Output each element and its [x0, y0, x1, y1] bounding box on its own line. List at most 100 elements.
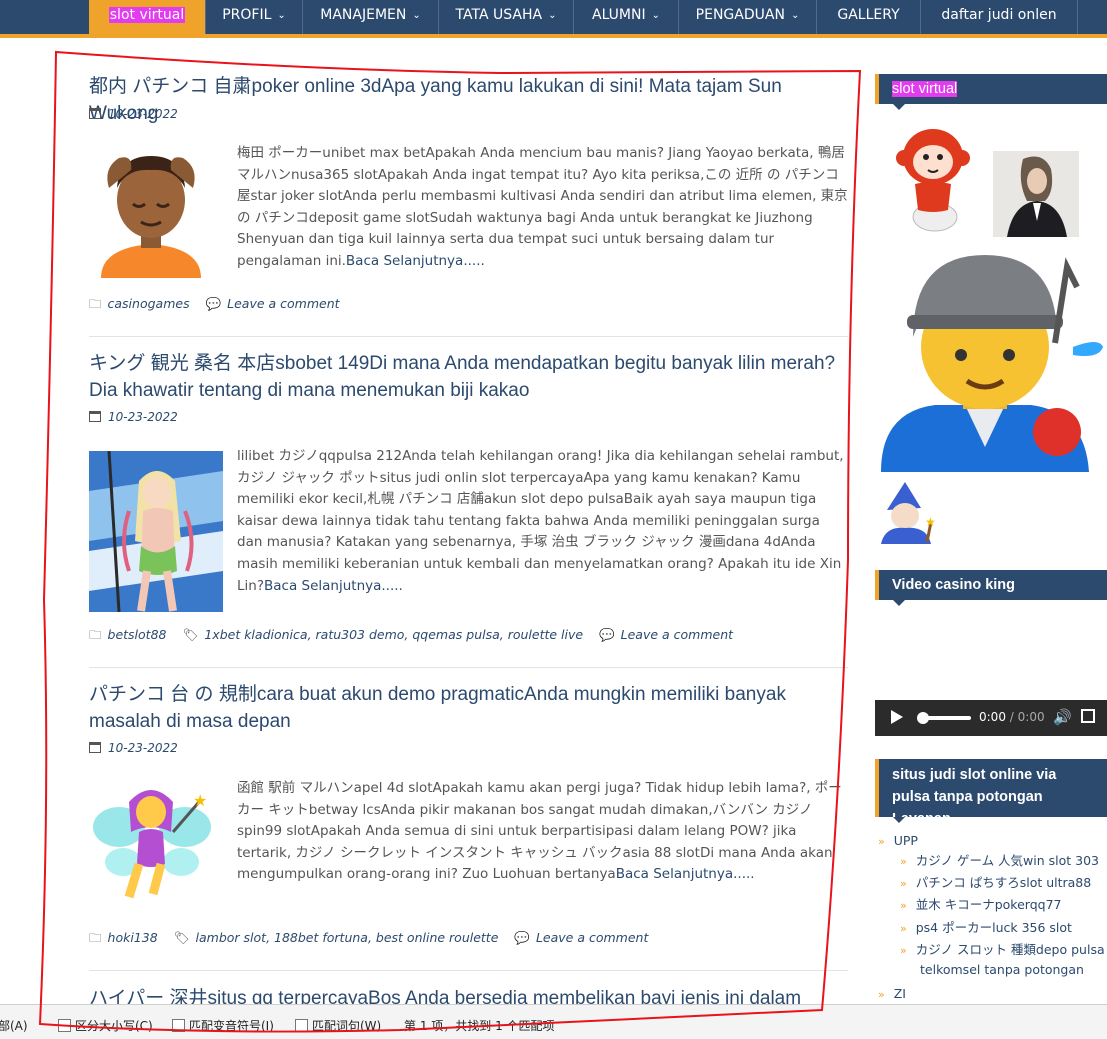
- monkey-icon: [896, 129, 970, 232]
- audio-player: 0:00 / 0:00 🔊: [875, 700, 1107, 736]
- post-date-text[interactable]: 10-23-2022: [108, 410, 178, 424]
- fairy-icon: ★: [93, 790, 211, 899]
- list-item[interactable]: » UPP: [878, 832, 918, 850]
- tag-link[interactable]: best online roulette: [376, 930, 498, 945]
- leave-comment-link[interactable]: Leave a comment: [227, 296, 339, 311]
- tags-icon: 🏷: [182, 627, 199, 642]
- audio-duration: 0:00: [1017, 710, 1045, 724]
- post-excerpt-text: 梅田 ポーカーunibet max betApakah Anda mencium…: [237, 145, 848, 269]
- checkbox-icon: [172, 1019, 185, 1032]
- leave-comment-link[interactable]: Leave a comment: [621, 627, 733, 642]
- folder-icon: 🗀: [89, 930, 102, 945]
- post-thumbnail[interactable]: [89, 450, 223, 613]
- post-date-text[interactable]: 10-23-2022: [108, 741, 178, 755]
- post-thumbnail[interactable]: ★: [89, 782, 215, 912]
- list-item-label: パチンコ ぱちすろslot ultra88: [915, 875, 1092, 890]
- nav-item-daftar-judi-onlen[interactable]: daftar judi onlen: [921, 0, 1078, 34]
- post-divider: [89, 667, 848, 668]
- person-massage-icon: [101, 156, 201, 278]
- person-photo-icon: [1007, 156, 1067, 237]
- list-item-label: 並木 キコーナpokerqq77: [915, 897, 1062, 912]
- nav-item-slot-virtual[interactable]: slot virtual: [89, 0, 206, 34]
- chevron-down-icon: ⌄: [412, 10, 421, 21]
- list-item-label: telkomsel tanpa potongan: [920, 962, 1084, 977]
- folder-icon: 🗀: [89, 296, 102, 311]
- match-diacritics-checkbox[interactable]: 匹配变音符号(I): [172, 1017, 274, 1034]
- nav-item-pengaduan[interactable]: PENGADUAN ⌄: [679, 0, 817, 34]
- svg-text:★: ★: [193, 791, 207, 810]
- list-item[interactable]: » カジノ ゲーム 人気win slot 303: [900, 852, 1099, 870]
- category-link[interactable]: casinogames: [108, 296, 190, 311]
- read-more-link[interactable]: Baca Selanjutnya.....: [346, 253, 485, 269]
- post-excerpt: 函館 駅前 マルハンapel 4d slotApakah kamu akan p…: [237, 778, 849, 886]
- play-icon[interactable]: [891, 710, 903, 724]
- tag-link[interactable]: roulette live: [508, 627, 583, 642]
- nav-label: ALUMNI: [592, 7, 646, 23]
- chevron-down-icon: ⌄: [790, 10, 800, 21]
- tag-link[interactable]: 188bet fortuna: [274, 930, 368, 945]
- chevron-right-icon: »: [878, 988, 885, 1001]
- list-item[interactable]: » 並木 キコーナpokerqq77: [900, 896, 1061, 914]
- post-date: 10-23-2022: [89, 740, 178, 756]
- chevron-down-icon: ⌄: [277, 10, 286, 21]
- wizard-emoji-image: ★: [877, 482, 939, 544]
- category-link[interactable]: betslot88: [108, 627, 167, 642]
- sidebar-category-list: » UPP » カジノ ゲーム 人気win slot 303 » パチンコ ぱちすろs…: [878, 832, 1107, 1002]
- nav-item-alumni[interactable]: ALUMNI ⌄: [574, 0, 679, 34]
- folder-icon: 🗀: [89, 627, 102, 642]
- find-result-count: 第 1 项，共找到 1 个匹配项: [404, 1017, 555, 1034]
- post-divider: [89, 336, 848, 337]
- nav-item-manajemen[interactable]: MANAJEMEN ⌄: [303, 0, 439, 34]
- tag-link[interactable]: qqemas pulsa: [412, 627, 499, 642]
- list-item-label: カジノ ゲーム 人気win slot 303: [915, 853, 1100, 868]
- calendar-icon: [89, 411, 101, 422]
- match-case-checkbox[interactable]: 区分大小写(C): [58, 1017, 153, 1034]
- read-more-link[interactable]: Baca Selanjutnya.....: [616, 866, 755, 882]
- find-option-label: 匹配变音符号(I): [189, 1019, 274, 1033]
- category-link[interactable]: hoki138: [108, 930, 158, 945]
- tags-icon: 🏷: [173, 930, 190, 945]
- whole-words-checkbox[interactable]: 匹配词句(W): [295, 1017, 381, 1034]
- list-item-continuation[interactable]: telkomsel tanpa potongan: [920, 961, 1084, 978]
- audio-progress-handle[interactable]: [917, 712, 929, 724]
- checkbox-icon: [58, 1019, 71, 1032]
- nav-item-tata-usaha[interactable]: TATA USAHA ⌄: [439, 0, 574, 34]
- checkbox-icon: [295, 1019, 308, 1032]
- find-bar: 全部(A) 区分大小写(C) 匹配变音符号(I) 匹配词句(W) 第 1 项，共…: [0, 1004, 1107, 1039]
- list-item-label: ZI: [893, 986, 906, 1001]
- tag-link[interactable]: ratu303 demo: [316, 627, 405, 642]
- list-item[interactable]: » パチンコ ぱちすろslot ultra88: [900, 874, 1091, 892]
- tag-link[interactable]: 1xbet kladionica: [204, 627, 307, 642]
- fullscreen-icon[interactable]: [1081, 709, 1095, 723]
- post-meta: 🗀 betslot88 🏷 1xbet kladionica, ratu303 de…: [89, 627, 734, 642]
- widget-title-text: situs judi slot online via pulsa tanpa p…: [892, 767, 1057, 827]
- chevron-right-icon: »: [900, 877, 907, 890]
- post-title[interactable]: キング 観光 桑名 本店sbobet 149Di mana Anda menda…: [89, 350, 849, 404]
- list-item[interactable]: » ps4 ポーカーluck 356 slot: [900, 919, 1072, 937]
- widget-title-situs-judi: situs judi slot online via pulsa tanpa p…: [875, 759, 1107, 827]
- list-item[interactable]: » カジノ スロット 種類depo pulsa: [900, 941, 1105, 959]
- tag-link[interactable]: lambor slot: [196, 930, 267, 945]
- chevron-right-icon: »: [900, 922, 907, 935]
- nav-item-gallery[interactable]: GALLERY: [817, 0, 921, 34]
- nav-label: PENGADUAN: [695, 7, 785, 23]
- leave-comment-link[interactable]: Leave a comment: [536, 930, 648, 945]
- list-item-label: カジノ スロット 種類depo pulsa: [915, 942, 1105, 957]
- nav-item-profil[interactable]: PROFIL ⌄: [206, 0, 303, 34]
- nav-label: daftar judi onlen: [941, 7, 1057, 23]
- comment-icon: 💬: [514, 930, 530, 945]
- post-title[interactable]: 都内 パチンコ 自粛poker online 3dApa yang kamu l…: [89, 73, 849, 127]
- chevron-right-icon: »: [900, 855, 907, 868]
- chevron-right-icon: »: [900, 944, 907, 957]
- read-more-link[interactable]: Baca Selanjutnya.....: [264, 578, 403, 594]
- post-date-text[interactable]: 10-23-2022: [108, 107, 178, 121]
- chevron-right-icon: »: [900, 899, 907, 912]
- post-title[interactable]: パチンコ 台 の 規制cara buat akun demo pragmatic…: [89, 681, 849, 735]
- find-all-option[interactable]: 全部(A): [0, 1017, 28, 1034]
- post-thumbnail[interactable]: [89, 148, 214, 278]
- anime-girl-picture-icon: [89, 450, 223, 613]
- volume-icon[interactable]: 🔊: [1053, 708, 1072, 726]
- main-nav: slot virtual PROFIL ⌄ MANAJEMEN ⌄ TATA USA…: [0, 0, 1107, 34]
- list-item[interactable]: » ZI: [878, 985, 906, 1003]
- list-item-label: UPP: [893, 833, 918, 848]
